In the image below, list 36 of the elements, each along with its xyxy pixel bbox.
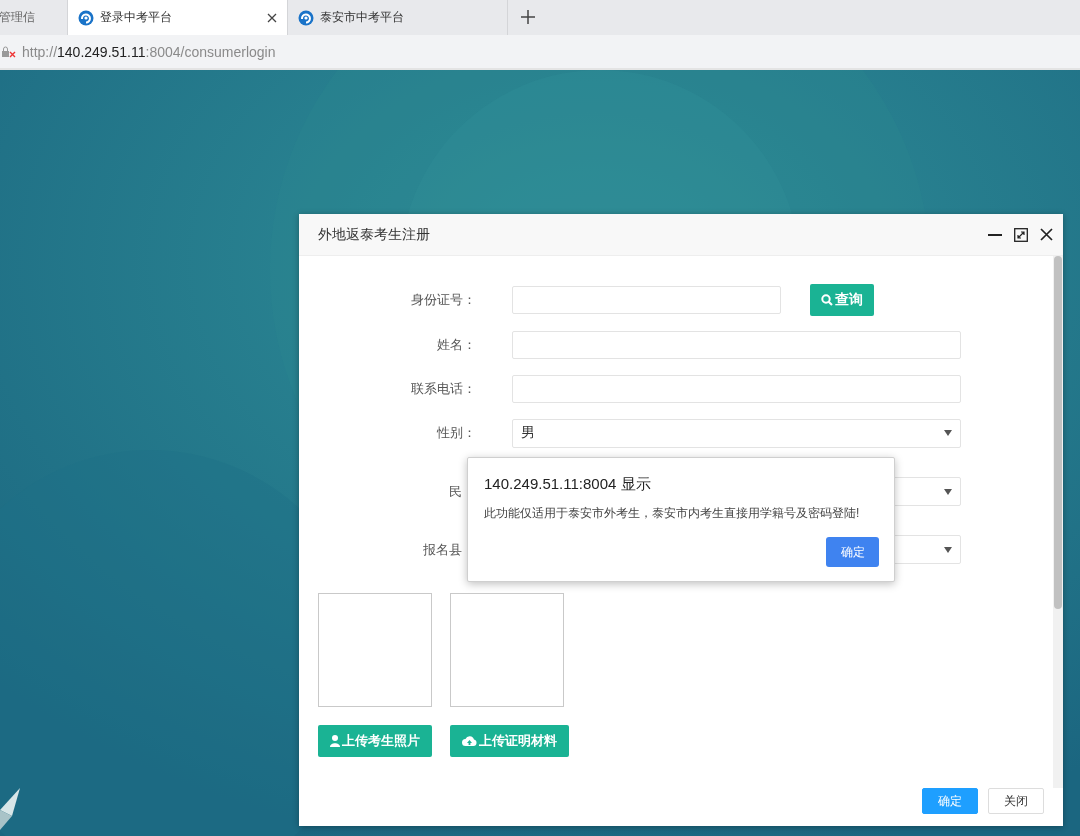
scrollbar-thumb[interactable]	[1054, 256, 1062, 609]
input-field[interactable]	[512, 286, 781, 314]
field-label: 报名县	[422, 540, 463, 559]
field-label: 性别：	[436, 424, 476, 442]
maximize-icon[interactable]	[1014, 227, 1028, 242]
upload-button[interactable]: 上传考生照片	[318, 725, 432, 757]
address-url[interactable]: http://140.249.51.11:8004/consumerlogin	[22, 43, 276, 60]
close-icon[interactable]	[1040, 228, 1053, 241]
site-logo-icon	[78, 9, 94, 26]
dropdown-arrow-icon	[944, 430, 952, 436]
field-label: 身份证号：	[410, 291, 476, 309]
upload-button[interactable]: 上传证明材料	[450, 725, 569, 757]
search-icon	[821, 294, 833, 306]
dropdown-arrow-icon	[944, 546, 952, 553]
new-tab-icon[interactable]	[520, 9, 536, 25]
insecure-lock-icon	[2, 45, 16, 58]
input-field[interactable]	[512, 331, 961, 359]
ok-button[interactable]: 确定	[826, 537, 879, 567]
browser-tab[interactable]: 泰安市中考平台	[288, 0, 508, 35]
close-icon[interactable]	[267, 12, 277, 23]
person-icon	[330, 735, 340, 747]
search-button[interactable]: 查询	[810, 284, 874, 316]
cloud-upload-icon	[462, 735, 477, 747]
alert-title: 140.249.51.11:8004 显示	[484, 475, 652, 494]
browser-tab[interactable]: 登录中考平台	[68, 0, 288, 35]
field-label: 民	[448, 482, 463, 501]
dropdown-arrow-icon	[944, 488, 952, 495]
close-button[interactable]: 关闭	[988, 788, 1044, 814]
field-label: 姓名：	[436, 336, 476, 354]
confirm-button[interactable]: 确定	[922, 788, 978, 814]
site-logo-icon	[298, 9, 314, 26]
select-field[interactable]: 男	[512, 418, 961, 448]
field-label: 联系电话：	[410, 380, 476, 398]
alert-message: 此功能仅适用于泰安市外考生，泰安市内考生直接用学籍号及密码登陆!	[484, 505, 861, 522]
dialog-title: 外地返泰考生注册	[318, 225, 431, 244]
input-field[interactable]	[512, 375, 961, 403]
